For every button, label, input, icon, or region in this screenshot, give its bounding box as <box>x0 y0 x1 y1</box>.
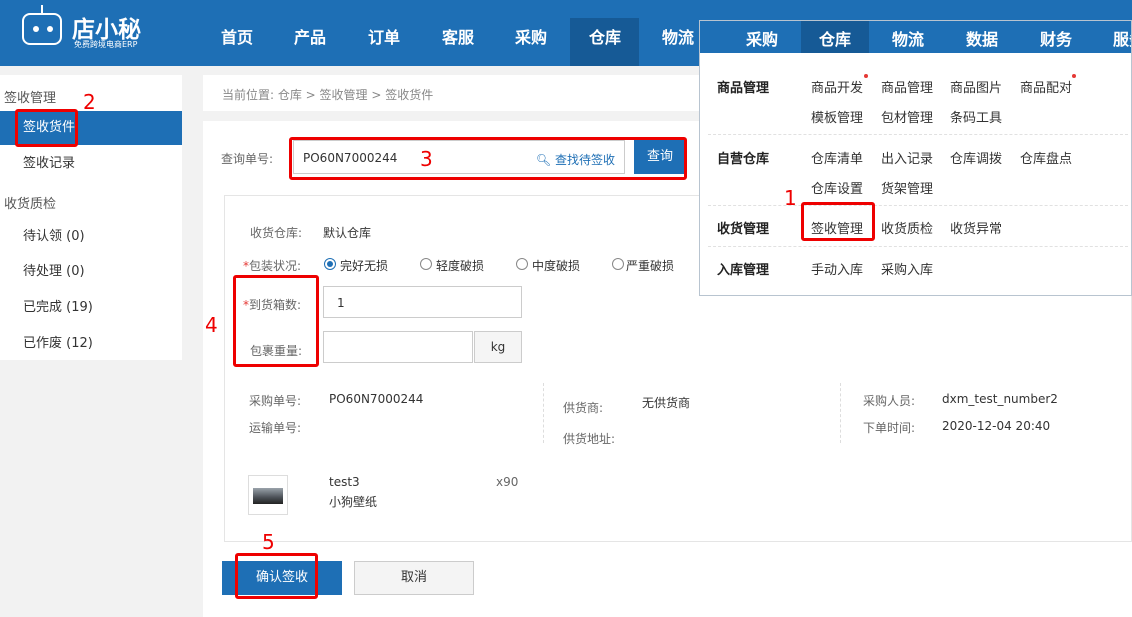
menu-link-stocktake[interactable]: 仓库盘点 <box>1020 148 1072 167</box>
menu-link-packaging[interactable]: 包材管理 <box>881 107 933 126</box>
warehouse-mega-menu: 采购 仓库 物流 数据 财务 服务 商品管理 商品开发 商品管理 商品图片 商品… <box>699 20 1132 296</box>
product-sku: test3 <box>329 475 360 489</box>
annotation-box-3 <box>289 137 687 180</box>
nav-service[interactable]: 客服 <box>442 24 474 48</box>
menu-link-product-pairing[interactable]: 商品配对 <box>1020 77 1072 96</box>
nav-warehouse[interactable]: 仓库 <box>589 24 621 48</box>
sidebar-group-receiving[interactable]: 签收管理 <box>4 87 56 106</box>
dropdown-nav-finance[interactable]: 财务 <box>1040 26 1072 50</box>
dropdown-nav-data[interactable]: 数据 <box>966 26 998 50</box>
nav-orders[interactable]: 订单 <box>368 24 400 48</box>
menu-link-product-dev[interactable]: 商品开发 <box>811 77 863 96</box>
dropdown-nav-warehouse[interactable]: 仓库 <box>819 26 851 50</box>
annotation-number-2: 2 <box>83 90 96 114</box>
order-time-label: 下单时间: <box>863 421 916 435</box>
warehouse-value: 默认仓库 <box>323 226 372 240</box>
boxes-input[interactable]: 1 <box>323 286 522 318</box>
menu-category-own-warehouse: 自营仓库 <box>717 152 770 167</box>
menu-link-warehouse-transfer[interactable]: 仓库调拨 <box>950 148 1002 167</box>
menu-link-warehouse-list[interactable]: 仓库清单 <box>811 148 863 167</box>
menu-link-purchase-stock-in[interactable]: 采购入库 <box>881 259 933 278</box>
po-label: 采购单号: <box>249 394 302 408</box>
annotation-number-4: 4 <box>205 313 218 337</box>
dropdown-nav-service[interactable]: 服务 <box>1113 26 1131 50</box>
menu-divider <box>708 205 1128 206</box>
menu-link-templates[interactable]: 模板管理 <box>811 107 863 126</box>
buyer-label: 采购人员: <box>863 394 916 408</box>
menu-link-product-mgmt[interactable]: 商品管理 <box>881 77 933 96</box>
tracking-label: 运输单号: <box>249 421 302 435</box>
sidebar-group-qc[interactable]: 收货质检 <box>4 193 56 212</box>
package-label: *包装状况: <box>243 259 302 273</box>
breadcrumb-text: 当前位置: 仓库 > 签收管理 > 签收货件 <box>222 88 434 102</box>
weight-input[interactable]: kg <box>323 331 522 363</box>
menu-link-receiving-qc[interactable]: 收货质检 <box>881 218 933 237</box>
supplier-label: 供货商: <box>563 401 604 415</box>
package-option-light: 轻度破损 <box>436 259 485 273</box>
column-divider <box>840 383 841 443</box>
menu-link-barcode-tool[interactable]: 条码工具 <box>950 107 1002 126</box>
supplier-address-label: 供货地址: <box>563 432 616 446</box>
dropdown-nav-purchase[interactable]: 采购 <box>746 26 778 50</box>
package-option-intact: 完好无损 <box>340 259 389 273</box>
boxes-value: 1 <box>337 296 345 310</box>
product-quantity: x90 <box>496 475 519 489</box>
radio-package-light[interactable] <box>420 258 432 270</box>
radio-package-medium[interactable] <box>516 258 528 270</box>
menu-link-receiving-exceptions[interactable]: 收货异常 <box>950 218 1002 237</box>
annotation-number-1: 1 <box>784 186 797 210</box>
menu-divider <box>708 246 1128 247</box>
nav-products[interactable]: 产品 <box>294 24 326 48</box>
sidebar-item-completed[interactable]: 已完成 (19) <box>0 291 182 325</box>
weight-unit: kg <box>474 331 522 363</box>
annotation-box-1 <box>801 202 875 241</box>
query-label: 查询单号: <box>221 152 274 166</box>
menu-link-manual-stock-in[interactable]: 手动入库 <box>811 259 863 278</box>
annotation-box-2 <box>15 109 78 147</box>
po-value: PO60N7000244 <box>329 392 424 406</box>
product-thumbnail[interactable] <box>248 475 288 515</box>
annotation-number-3: 3 <box>420 147 433 171</box>
sidebar-item-to-process[interactable]: 待处理 (0) <box>0 255 182 289</box>
sidebar-item-voided[interactable]: 已作废 (12) <box>0 327 182 361</box>
nav-home[interactable]: 首页 <box>221 24 253 48</box>
dropdown-nav-bar: 采购 仓库 物流 数据 财务 服务 <box>700 21 1131 53</box>
annotation-number-5: 5 <box>262 530 275 554</box>
cancel-button[interactable]: 取消 <box>354 561 474 595</box>
new-badge-dot <box>1072 74 1076 78</box>
menu-link-warehouse-settings[interactable]: 仓库设置 <box>811 178 863 197</box>
annotation-box-5 <box>235 553 318 599</box>
product-name: 小狗壁纸 <box>329 495 378 509</box>
new-badge-dot <box>864 74 868 78</box>
sidebar-item-receive-records[interactable]: 签收记录 <box>0 147 182 181</box>
sidebar-item-to-claim[interactable]: 待认领 (0) <box>0 220 182 254</box>
radio-package-intact[interactable] <box>324 258 336 270</box>
warehouse-label: 收货仓库: <box>250 226 303 240</box>
robot-logo-icon <box>22 5 62 45</box>
logo-slogan: 免费跨境电商ERP <box>74 40 138 49</box>
menu-category-receiving: 收货管理 <box>717 222 770 237</box>
buyer-value: dxm_test_number2 <box>942 392 1058 406</box>
nav-logistics[interactable]: 物流 <box>662 24 694 48</box>
app-logo[interactable]: 店小秘 免费跨境电商ERP <box>22 5 182 58</box>
dropdown-nav-logistics[interactable]: 物流 <box>892 26 924 50</box>
menu-link-product-images[interactable]: 商品图片 <box>950 77 1002 96</box>
radio-package-severe[interactable] <box>612 258 624 270</box>
supplier-value: 无供货商 <box>642 396 691 410</box>
nav-purchase[interactable]: 采购 <box>515 24 547 48</box>
menu-divider <box>708 134 1128 135</box>
package-option-severe: 严重破损 <box>626 259 675 273</box>
menu-category-product-mgmt: 商品管理 <box>717 81 770 96</box>
annotation-box-4 <box>233 275 319 367</box>
menu-link-in-out-records[interactable]: 出入记录 <box>881 148 933 167</box>
package-option-medium: 中度破损 <box>532 259 581 273</box>
order-time-value: 2020-12-04 20:40 <box>942 419 1051 433</box>
column-divider <box>543 383 544 443</box>
menu-link-shelf-mgmt[interactable]: 货架管理 <box>881 178 933 197</box>
menu-category-stock-in: 入库管理 <box>717 263 770 278</box>
